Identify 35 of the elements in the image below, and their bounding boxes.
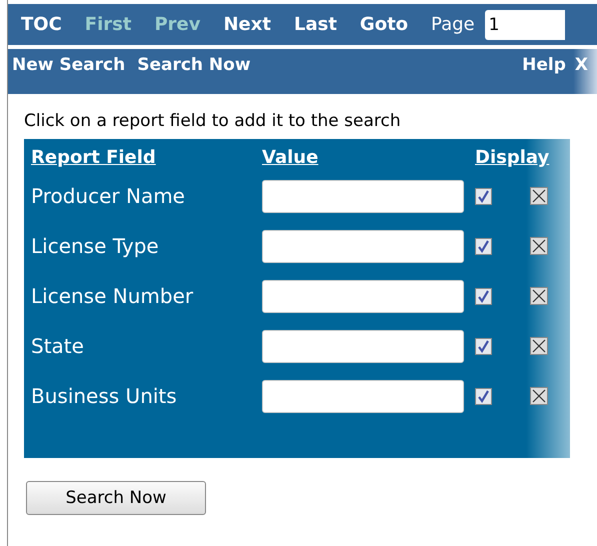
remove-icon[interactable] [530, 237, 548, 255]
display-checkbox[interactable] [475, 238, 492, 254]
toolbar-link[interactable]: Search Now [137, 55, 251, 75]
field-label[interactable]: Business Units [31, 384, 262, 408]
instructions: Click on a report field to add it to the search [24, 111, 402, 131]
remove-icon[interactable] [530, 287, 548, 305]
nav-link[interactable]: Next [223, 14, 271, 35]
column-header[interactable]: Display [475, 145, 552, 170]
column-header[interactable]: Value [262, 145, 320, 170]
nav-link[interactable]: Goto [360, 14, 408, 35]
remove-icon[interactable] [530, 387, 548, 405]
toolbar-link[interactable]: New Search [12, 55, 126, 75]
value-field[interactable] [262, 280, 464, 312]
value-field[interactable] [262, 180, 464, 212]
value-field[interactable] [262, 230, 464, 262]
display-checkbox[interactable] [475, 288, 492, 304]
value-field[interactable] [262, 330, 464, 362]
field-label[interactable]: State [31, 334, 262, 358]
field-label[interactable]: Producer Name [31, 184, 262, 208]
display-checkbox[interactable] [475, 188, 492, 204]
field-label[interactable]: License Type [31, 234, 262, 258]
display-checkbox[interactable] [475, 338, 492, 354]
display-checkbox[interactable] [475, 388, 492, 404]
value-field[interactable] [262, 380, 464, 412]
remove-icon[interactable] [530, 187, 548, 205]
nav-link[interactable]: Last [294, 14, 337, 35]
column-header[interactable]: Report Field [31, 145, 158, 170]
field-label[interactable]: License Number [31, 284, 262, 308]
page-label: Page [431, 14, 475, 35]
nav-link[interactable]: TOC [21, 14, 62, 35]
page-field[interactable]: 1 [484, 10, 565, 40]
remove-icon[interactable] [530, 337, 548, 355]
toolbar-link[interactable]: Help [522, 55, 566, 75]
toolbar-link[interactable]: X [574, 55, 588, 75]
search-now-button[interactable]: Search Now [26, 481, 206, 515]
